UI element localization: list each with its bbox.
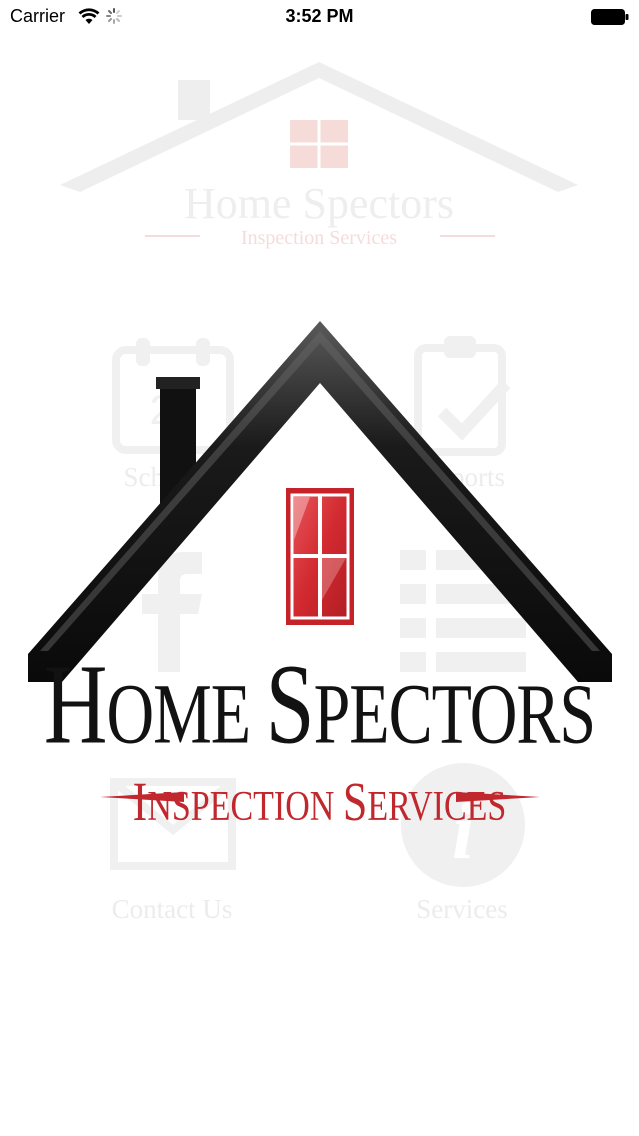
logo-title-rest-1: OME <box>106 667 266 763</box>
logo-subtitle: INSPECTION SERVICES <box>0 770 639 834</box>
house-roof-graphic <box>28 321 612 802</box>
logo-subtitle-rest-1: NSPECTION <box>147 783 343 830</box>
logo-title: HOME SPECTORS <box>0 640 639 771</box>
splash-logo: HOME SPECTORS INSPECTION SERVICES <box>0 0 639 1136</box>
window-graphic <box>286 488 354 625</box>
logo-title-rest-2: PECTORS <box>313 667 597 763</box>
logo-subtitle-rest-2: ERVICES <box>367 783 507 830</box>
logo-title-initial-1: H <box>43 642 108 769</box>
logo-title-initial-2: S <box>265 642 315 769</box>
logo-subtitle-initial-1: I <box>132 771 148 833</box>
logo-subtitle-initial-2: S <box>342 771 368 833</box>
